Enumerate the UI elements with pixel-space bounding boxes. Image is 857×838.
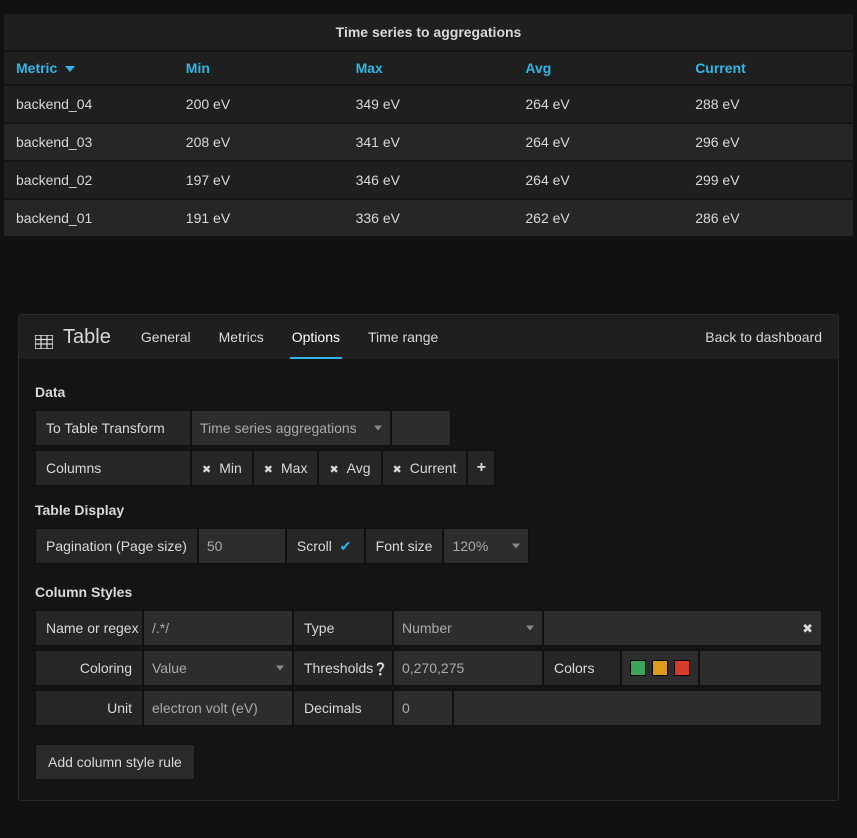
- col-header-current[interactable]: Current: [683, 52, 853, 86]
- panel-type-title: Table: [63, 326, 111, 359]
- remove-style-rule-button[interactable]: [794, 620, 821, 637]
- columns-label: Columns: [35, 450, 191, 486]
- style-row-spacer: [543, 610, 822, 646]
- cell-avg: 264 eV: [513, 161, 683, 199]
- transform-extra-field[interactable]: [391, 410, 451, 446]
- tab-metrics[interactable]: Metrics: [217, 325, 266, 359]
- tab-time-range[interactable]: Time range: [366, 325, 440, 359]
- remove-icon: [202, 460, 215, 476]
- data-table: Metric Min Max Avg Current backend_04 20…: [4, 51, 853, 236]
- cell-metric: backend_04: [4, 85, 174, 123]
- column-chip-current[interactable]: Current: [382, 450, 468, 486]
- col-header-max[interactable]: Max: [344, 52, 514, 86]
- sort-desc-icon: [65, 66, 75, 72]
- editor-header: Table General Metrics Options Time range…: [19, 315, 838, 360]
- cell-max: 336 eV: [344, 199, 514, 236]
- section-title-styles: Column Styles: [35, 584, 822, 600]
- remove-icon: [329, 460, 342, 476]
- cell-min: 200 eV: [174, 85, 344, 123]
- decimals-label: Decimals: [293, 690, 393, 726]
- column-chip-avg[interactable]: Avg: [318, 450, 381, 486]
- cell-avg: 264 eV: [513, 123, 683, 161]
- cell-current: 288 eV: [683, 85, 853, 123]
- col-header-min[interactable]: Min: [174, 52, 344, 86]
- pagination-label: Pagination (Page size): [35, 528, 198, 564]
- type-label: Type: [293, 610, 393, 646]
- chip-label: Current: [410, 460, 457, 476]
- style-row-spacer: [699, 650, 822, 686]
- section-title-data: Data: [35, 384, 822, 400]
- remove-icon: [264, 460, 277, 476]
- name-regex-input[interactable]: /.*/: [143, 610, 293, 646]
- table-row: backend_03 208 eV 341 eV 264 eV 296 eV: [4, 123, 853, 161]
- colors-label: Colors: [543, 650, 621, 686]
- type-select[interactable]: Number: [393, 610, 543, 646]
- cell-metric: backend_02: [4, 161, 174, 199]
- column-chip-min[interactable]: Min: [191, 450, 253, 486]
- table-row: backend_01 191 eV 336 eV 262 eV 286 eV: [4, 199, 853, 236]
- editor-body: Data To Table Transform Time series aggr…: [19, 360, 838, 800]
- tab-general[interactable]: General: [139, 325, 193, 359]
- color-swatch-ok[interactable]: [630, 660, 646, 676]
- cell-current: 299 eV: [683, 161, 853, 199]
- color-swatch-crit[interactable]: [674, 660, 690, 676]
- col-header-metric-label: Metric: [16, 60, 57, 76]
- coloring-label: Coloring: [35, 650, 143, 686]
- section-title-display: Table Display: [35, 502, 822, 518]
- color-swatches[interactable]: [621, 650, 699, 686]
- editor-tabs: General Metrics Options Time range: [139, 325, 440, 359]
- cell-max: 346 eV: [344, 161, 514, 199]
- add-column-button[interactable]: [467, 450, 495, 486]
- name-regex-label: Name or regex: [35, 610, 143, 646]
- cell-min: 191 eV: [174, 199, 344, 236]
- cell-metric: backend_01: [4, 199, 174, 236]
- unit-label: Unit: [35, 690, 143, 726]
- table-panel: Time series to aggregations Metric Min M…: [4, 14, 853, 236]
- style-row-spacer: [453, 690, 822, 726]
- chip-label: Avg: [347, 460, 371, 476]
- col-header-metric[interactable]: Metric: [4, 52, 174, 86]
- tab-options[interactable]: Options: [290, 325, 342, 359]
- unit-input[interactable]: electron volt (eV): [143, 690, 293, 726]
- cell-avg: 264 eV: [513, 85, 683, 123]
- decimals-input[interactable]: 0: [393, 690, 453, 726]
- col-header-avg[interactable]: Avg: [513, 52, 683, 86]
- table-row: backend_04 200 eV 349 eV 264 eV 288 eV: [4, 85, 853, 123]
- table-icon: [35, 335, 53, 349]
- cell-max: 341 eV: [344, 123, 514, 161]
- cell-min: 197 eV: [174, 161, 344, 199]
- table-row: backend_02 197 eV 346 eV 264 eV 299 eV: [4, 161, 853, 199]
- chip-label: Max: [281, 460, 307, 476]
- plus-icon: [477, 459, 486, 477]
- scroll-label-text: Scroll: [297, 538, 332, 554]
- cell-current: 296 eV: [683, 123, 853, 161]
- panel-editor: Table General Metrics Options Time range…: [18, 314, 839, 801]
- scroll-label: Scroll ✔: [286, 528, 365, 564]
- cell-avg: 262 eV: [513, 199, 683, 236]
- cell-current: 286 eV: [683, 199, 853, 236]
- back-to-dashboard-link[interactable]: Back to dashboard: [705, 329, 822, 355]
- thresholds-label-text: Thresholds: [304, 660, 373, 676]
- font-size-select[interactable]: 120%: [443, 528, 529, 564]
- font-size-label: Font size: [365, 528, 444, 564]
- cell-max: 349 eV: [344, 85, 514, 123]
- thresholds-label: Thresholds: [293, 650, 393, 686]
- transform-label: To Table Transform: [35, 410, 191, 446]
- column-chip-max[interactable]: Max: [253, 450, 319, 486]
- remove-icon: [393, 460, 406, 476]
- coloring-select[interactable]: Value: [143, 650, 293, 686]
- pagination-input[interactable]: 50: [198, 528, 286, 564]
- transform-select[interactable]: Time series aggregations: [191, 410, 391, 446]
- thresholds-input[interactable]: 0,270,275: [393, 650, 543, 686]
- color-swatch-warn[interactable]: [652, 660, 668, 676]
- cell-metric: backend_03: [4, 123, 174, 161]
- scroll-checkbox[interactable]: ✔: [340, 539, 354, 553]
- cell-min: 208 eV: [174, 123, 344, 161]
- table-panel-title: Time series to aggregations: [4, 14, 853, 51]
- help-icon[interactable]: [373, 660, 388, 676]
- chip-label: Min: [219, 460, 242, 476]
- add-column-style-rule-button[interactable]: Add column style rule: [35, 744, 195, 780]
